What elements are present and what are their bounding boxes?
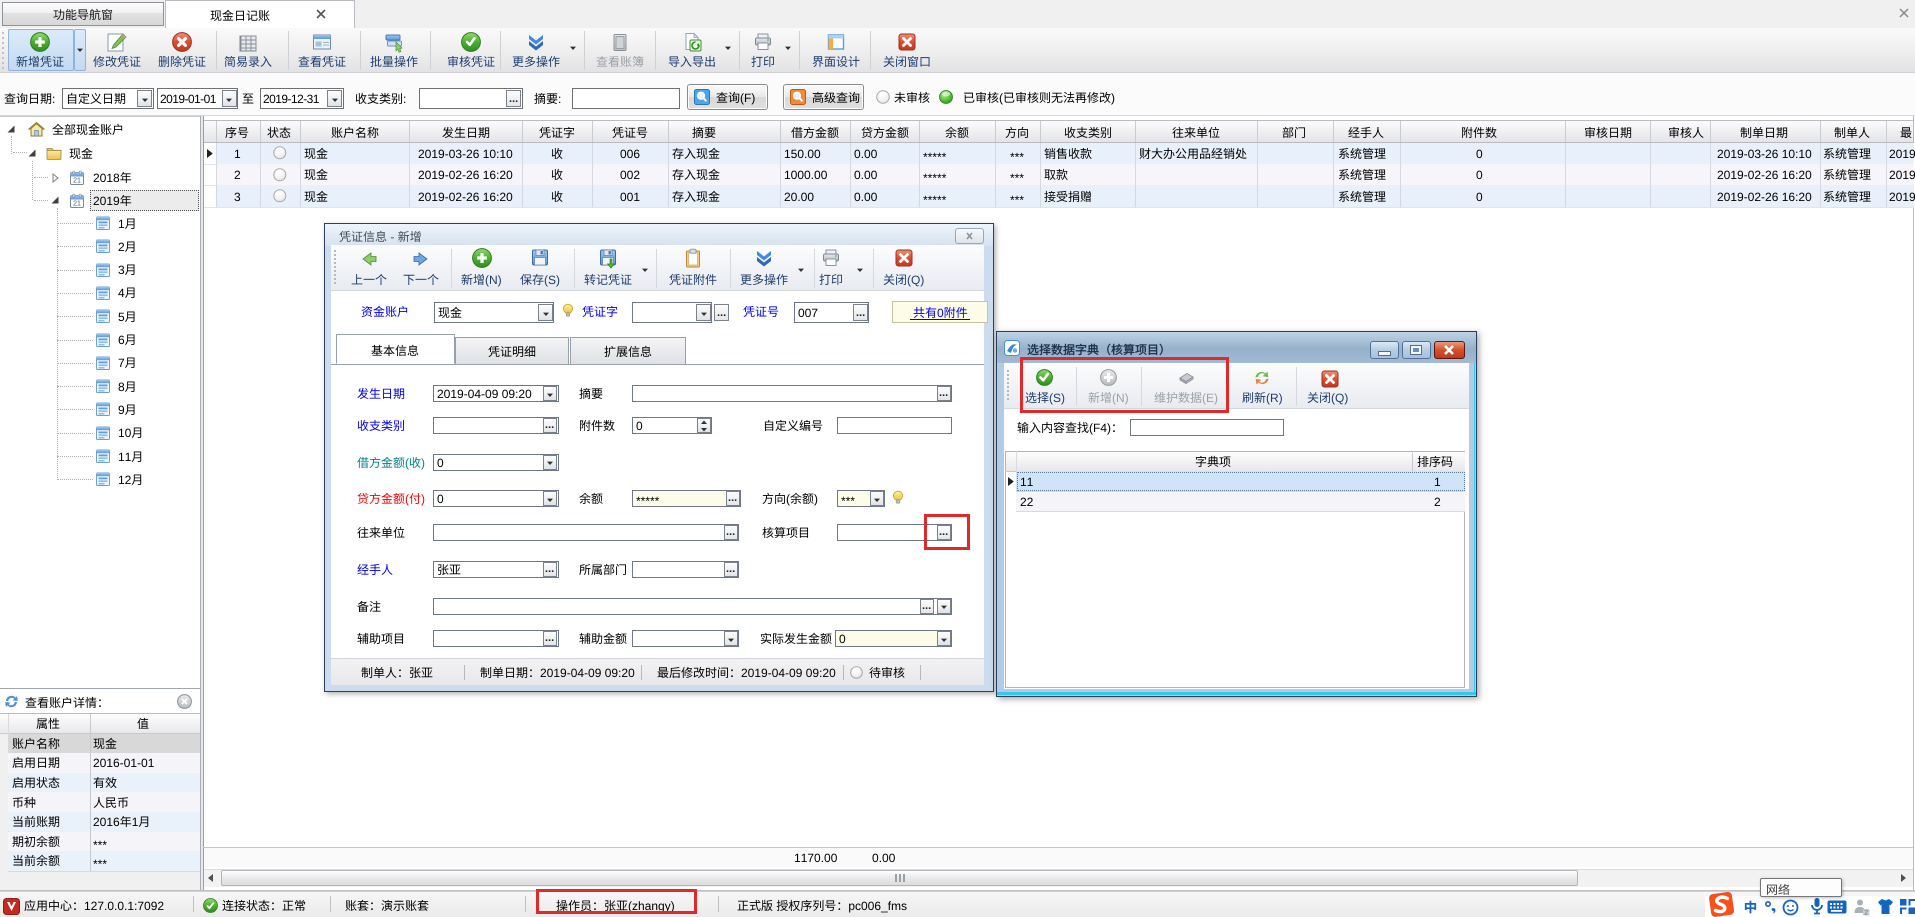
svg-text:2: 2 — [1864, 909, 1868, 916]
svg-text:21: 21 — [73, 178, 81, 185]
svg-text:21: 21 — [73, 200, 81, 207]
